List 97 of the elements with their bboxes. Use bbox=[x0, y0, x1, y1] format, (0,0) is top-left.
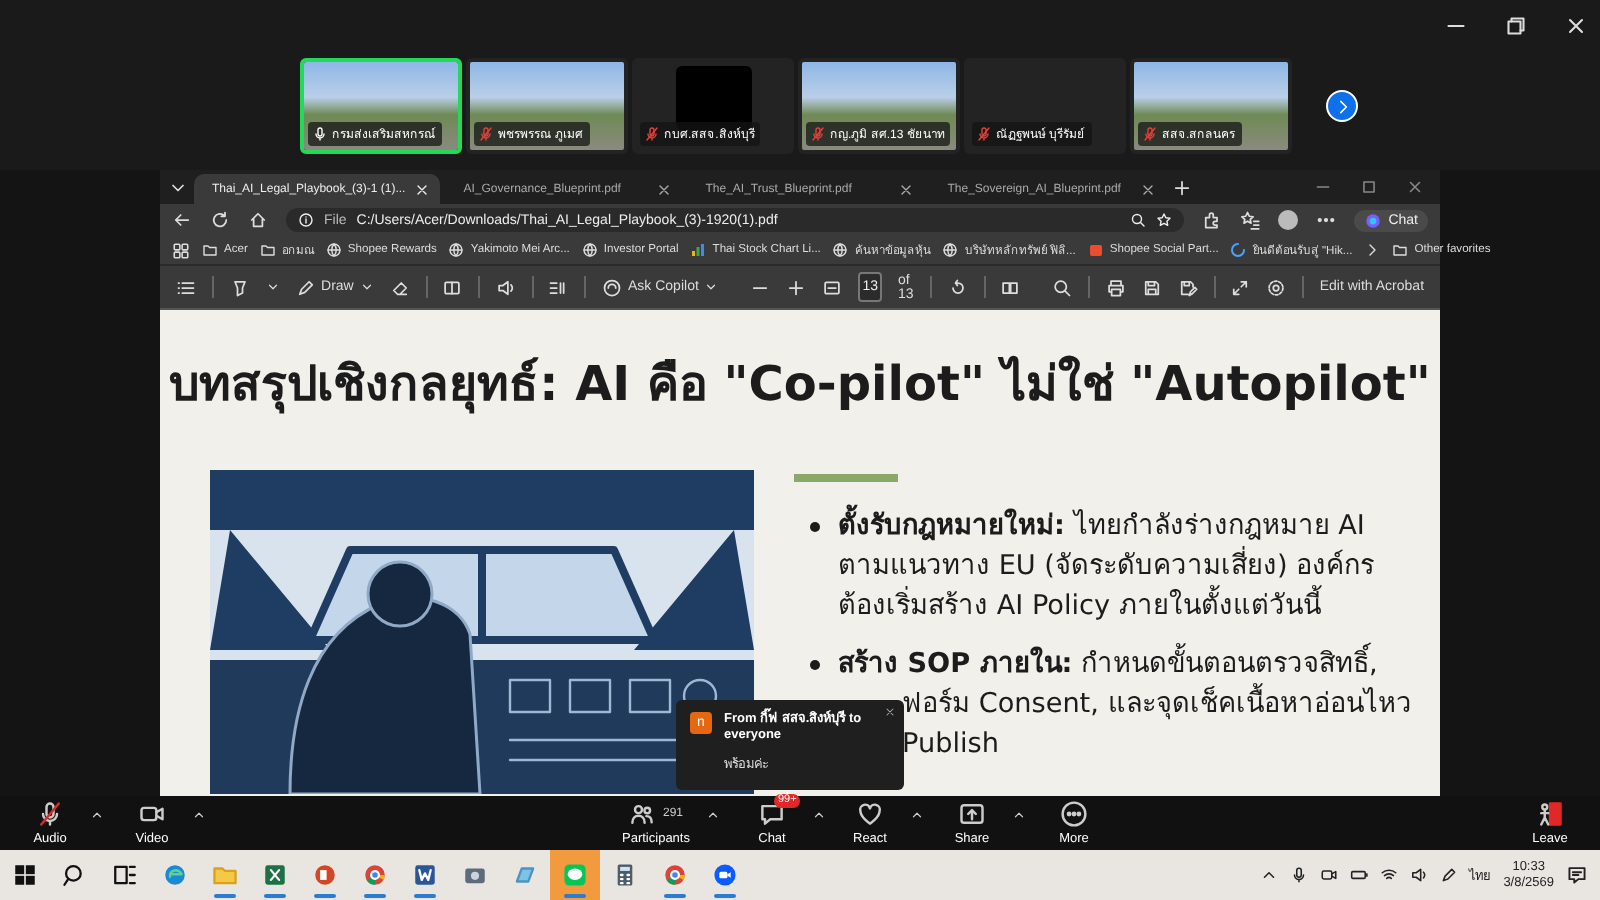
chart-icon bbox=[690, 242, 707, 258]
loading-icon bbox=[1230, 242, 1247, 258]
battery-icon[interactable] bbox=[1349, 866, 1368, 884]
folder-icon bbox=[202, 242, 218, 258]
print-icon[interactable] bbox=[1105, 277, 1126, 297]
copilot-icon bbox=[602, 277, 622, 297]
globe-icon bbox=[448, 242, 465, 258]
slide-text-line: Publish bbox=[902, 726, 1001, 764]
spreadsheet-icon bbox=[262, 862, 288, 888]
globe-icon bbox=[325, 242, 342, 258]
fit-page-icon[interactable] bbox=[822, 277, 843, 297]
video-call-icon bbox=[712, 862, 738, 888]
wifi-icon[interactable] bbox=[1379, 866, 1398, 884]
search-icon[interactable] bbox=[1052, 277, 1073, 297]
bullet-dot bbox=[810, 522, 820, 532]
picture-icon bbox=[512, 862, 538, 888]
caret-icon[interactable] bbox=[265, 280, 280, 294]
home-icon[interactable] bbox=[248, 210, 268, 230]
pen-icon bbox=[295, 277, 316, 297]
start-icon bbox=[12, 862, 38, 888]
caret-icon[interactable] bbox=[90, 808, 104, 822]
meet-icon[interactable] bbox=[1319, 866, 1338, 884]
task-view-icon bbox=[112, 862, 138, 888]
profile-avatar[interactable] bbox=[1278, 210, 1299, 230]
slide-text-line: ตามแนวทาง EU (จัดระดับความเสี่ยง) องค์กร bbox=[838, 546, 1375, 585]
maximize-icon[interactable] bbox=[1360, 178, 1378, 196]
volume-icon[interactable] bbox=[1409, 866, 1428, 884]
save-as-icon[interactable] bbox=[1177, 277, 1198, 297]
slide-text-line: สร้าง SOP ภายใน: กำหนดขั้นตอนตรวจสิทธิ์, bbox=[838, 644, 1412, 684]
restore-icon[interactable] bbox=[1504, 13, 1528, 37]
folder-icon bbox=[259, 242, 276, 258]
chevron-right-icon[interactable] bbox=[1364, 242, 1381, 258]
pen-icon[interactable] bbox=[1439, 866, 1458, 884]
zoom-in-icon[interactable] bbox=[786, 277, 807, 297]
shop-icon bbox=[1087, 242, 1104, 258]
eraser-icon[interactable] bbox=[389, 277, 410, 297]
caret-icon[interactable] bbox=[192, 808, 206, 822]
apps-icon[interactable] bbox=[172, 241, 190, 259]
close-icon[interactable] bbox=[1564, 13, 1588, 37]
presentation-icon bbox=[312, 862, 338, 888]
folder-icon bbox=[1392, 242, 1409, 258]
close-icon[interactable] bbox=[884, 706, 896, 718]
star-icon[interactable] bbox=[1156, 212, 1173, 228]
globe-icon bbox=[832, 242, 849, 258]
globe-icon bbox=[942, 242, 959, 258]
fullscreen-icon[interactable] bbox=[1230, 277, 1251, 297]
new-tab-icon[interactable] bbox=[1171, 177, 1192, 197]
back-icon[interactable] bbox=[172, 210, 192, 230]
chevron-up-icon[interactable] bbox=[1259, 866, 1278, 884]
slide-text-line: ต้องเริ่มสร้าง AI Policy ภายในตั้งแต่วันนี้ bbox=[838, 586, 1375, 626]
caret-icon[interactable] bbox=[1012, 808, 1026, 822]
bullet-dot bbox=[810, 660, 820, 670]
page-view-icon[interactable] bbox=[442, 277, 463, 297]
caret-icon bbox=[359, 280, 374, 294]
chat-icon bbox=[758, 800, 786, 828]
calculator-icon bbox=[612, 862, 638, 888]
read-aloud-icon[interactable] bbox=[495, 277, 516, 297]
favorites-icon[interactable] bbox=[1240, 210, 1261, 230]
folder-icon bbox=[212, 862, 238, 888]
caret-icon[interactable] bbox=[910, 808, 924, 822]
people-icon bbox=[628, 800, 657, 828]
more-icon bbox=[1060, 800, 1088, 828]
close-icon[interactable] bbox=[655, 181, 672, 197]
next-page-button[interactable] bbox=[1326, 90, 1358, 122]
caret-icon bbox=[704, 280, 719, 294]
highlighter-icon[interactable] bbox=[229, 277, 250, 297]
copilot-icon bbox=[1364, 211, 1383, 229]
accent-bar bbox=[794, 474, 898, 482]
notification-icon[interactable] bbox=[1566, 864, 1588, 886]
slide-text-line: ฟอร์ม Consent, และจุดเช็คเนื้อหาอ่อนไหว bbox=[902, 684, 1412, 724]
close-icon[interactable] bbox=[1139, 181, 1156, 197]
browser-icon bbox=[162, 862, 188, 888]
zoom-icon[interactable] bbox=[1130, 212, 1147, 228]
share-screen-icon bbox=[958, 800, 986, 828]
slide-text-line: ตั้งรับกฎหมายใหม่: ไทยกำลังร่างกฎหมาย AI bbox=[838, 506, 1375, 546]
exit-door-icon bbox=[1536, 800, 1564, 828]
globe-icon bbox=[581, 242, 598, 258]
save-icon[interactable] bbox=[1141, 277, 1162, 297]
caret-icon[interactable] bbox=[812, 808, 826, 822]
search-icon bbox=[62, 862, 88, 888]
refresh-icon[interactable] bbox=[210, 210, 230, 230]
two-page-icon[interactable] bbox=[1000, 277, 1021, 297]
document-icon bbox=[412, 862, 438, 888]
slide-title: บทสรุปเชิงกลยุทธ์: AI คือ "Co-pilot" ไม่ใช่ "Autopilot" bbox=[167, 353, 1433, 416]
caret-icon[interactable] bbox=[706, 808, 720, 822]
close-icon[interactable] bbox=[897, 181, 914, 197]
extension-icon[interactable] bbox=[1202, 210, 1223, 230]
contents-icon[interactable] bbox=[176, 277, 196, 297]
info-icon[interactable] bbox=[298, 212, 314, 228]
chat-app-icon bbox=[562, 862, 588, 888]
settings-icon[interactable] bbox=[1266, 277, 1287, 297]
browser-icon bbox=[662, 862, 688, 888]
mic-icon[interactable] bbox=[1289, 866, 1308, 884]
browser-icon bbox=[362, 862, 388, 888]
text-options-icon[interactable] bbox=[548, 277, 569, 297]
heart-icon bbox=[856, 800, 884, 828]
rotate-icon[interactable] bbox=[947, 277, 968, 297]
